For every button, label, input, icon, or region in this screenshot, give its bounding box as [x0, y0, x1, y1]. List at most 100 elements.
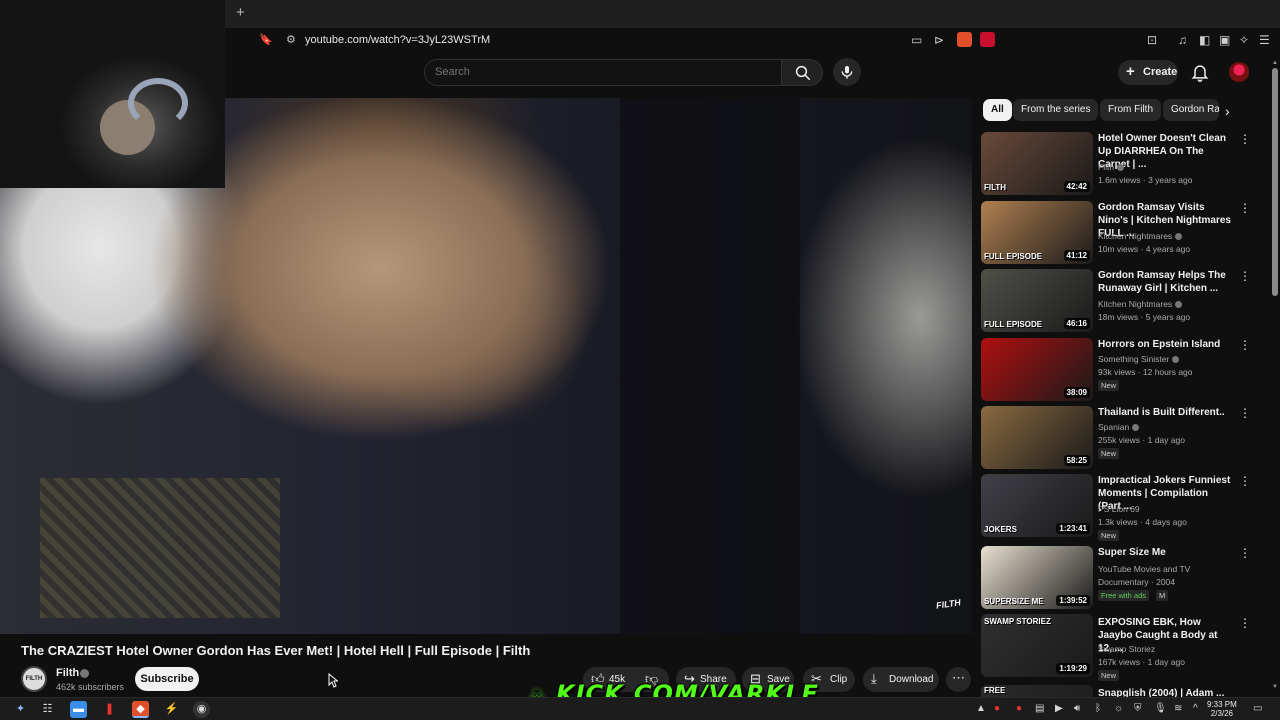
recommendation-item[interactable]: SWAMP STORIEZ 1:19:29 EXPOSING EBK, How J… — [981, 614, 1251, 681]
more-vertical-icon[interactable]: ⋮ — [1239, 406, 1251, 420]
show-desktop-icon[interactable]: ▭ — [1253, 702, 1262, 715]
forward-icon[interactable]: ⊳ — [934, 33, 944, 47]
more-vertical-icon[interactable]: ⋮ — [1239, 269, 1251, 283]
channel-avatar[interactable]: FILTH — [21, 666, 47, 692]
more-vertical-icon[interactable]: ⋮ — [1239, 474, 1251, 488]
tray-app-icon[interactable]: ● — [994, 702, 1000, 715]
tray-wifi-icon[interactable]: ≋ — [1174, 702, 1182, 715]
download-button[interactable]: ⤓ Download — [863, 667, 939, 692]
more-vertical-icon[interactable]: ⋮ — [1239, 338, 1251, 352]
chip-from-the-series[interactable]: From the series — [1013, 99, 1099, 121]
video-thumbnail[interactable]: JOKERS 1:23:41 — [981, 474, 1093, 537]
cast-icon[interactable]: ▭ — [911, 33, 922, 47]
taskbar-clock[interactable]: 9:33 PM 2/3/26 — [1207, 700, 1237, 718]
tray-clipboard-icon[interactable]: ▤ — [1035, 702, 1044, 715]
video-thumbnail[interactable]: FULL EPISODE 41:12 — [981, 201, 1093, 264]
recommendation-item[interactable]: FILTH 42:42 Hotel Owner Doesn't Clean Up … — [981, 132, 1251, 196]
tray-notification-icon[interactable]: ▲ — [976, 702, 986, 715]
tray-bluetooth-icon[interactable]: ᛒ — [1095, 702, 1101, 715]
recommendation-item[interactable]: 38:09 Horrors on Epstein Island Somethin… — [981, 338, 1251, 402]
scrollbar-thumb[interactable] — [1272, 68, 1278, 296]
recommendation-title[interactable]: Gordon Ramsay Helps The Runaway Girl | K… — [1098, 269, 1233, 295]
more-horizontal-icon: ⋯ — [952, 670, 965, 685]
search-box[interactable] — [424, 59, 782, 86]
recommendation-item[interactable]: 58:25 Thailand is Built Different.. Span… — [981, 406, 1251, 470]
tray-record-icon[interactable]: ● — [1016, 702, 1022, 715]
thumbnail-caption: FILTH — [984, 183, 1007, 192]
recommendation-item[interactable]: FREE Snapglish (2004) | Adam ... — [981, 685, 1251, 697]
wallet-icon[interactable]: ▣ — [1219, 33, 1230, 47]
chip-gordon[interactable]: Gordon Ra — [1163, 99, 1219, 121]
chip-all[interactable]: All — [983, 99, 1012, 121]
panel-icon[interactable]: ◧ — [1199, 33, 1210, 47]
subscribe-button[interactable]: Subscribe — [135, 667, 199, 691]
more-vertical-icon[interactable]: ⋮ — [1239, 546, 1251, 560]
new-tab-button[interactable]: + — [236, 5, 245, 21]
extension-icon[interactable] — [980, 32, 995, 47]
tray-chevron-up-icon[interactable]: ^ — [1193, 702, 1198, 715]
music-icon[interactable]: ♫ — [1178, 33, 1187, 47]
account-avatar[interactable] — [1229, 62, 1249, 82]
video-thumbnail[interactable]: 58:25 — [981, 406, 1093, 469]
tray-volume-icon[interactable]: 🔊︎ — [1074, 702, 1080, 715]
obs-icon[interactable]: ◉ — [193, 701, 210, 718]
recommendation-channel[interactable]: Kitchen Nightmares — [1098, 231, 1183, 241]
tray-brightness-icon[interactable]: ☼ — [1114, 702, 1123, 715]
thumbnail-caption: FULL EPISODE — [984, 252, 1043, 261]
chevron-right-icon[interactable]: › — [1225, 103, 1230, 119]
more-vertical-icon[interactable]: ⋮ — [1239, 201, 1251, 215]
scroll-up-icon[interactable]: ▲ — [1272, 60, 1278, 66]
recommendation-title[interactable]: Super Size Me — [1098, 546, 1233, 559]
recommendation-channel[interactable]: Something Sinister — [1098, 354, 1180, 364]
recommendation-item[interactable]: JOKERS 1:23:41 Impractical Jokers Funnies… — [981, 474, 1251, 541]
site-info-icon[interactable]: ⚙ — [286, 33, 296, 47]
recommendation-channel[interactable]: Spanian — [1098, 422, 1140, 432]
recommendation-item[interactable]: FULL EPISODE 46:16 Gordon Ramsay Helps Th… — [981, 269, 1251, 333]
brave-browser-icon[interactable]: ◆ — [132, 701, 149, 718]
recommendation-channel[interactable]: Swamp Storiez — [1098, 644, 1155, 654]
more-actions-button[interactable]: ⋯ — [946, 667, 971, 692]
search-button[interactable] — [781, 59, 823, 86]
tray-play-icon[interactable]: ▶ — [1055, 702, 1063, 715]
tray-mic-icon[interactable]: 🎙︎ — [1154, 702, 1167, 715]
more-vertical-icon[interactable]: ⋮ — [1239, 616, 1251, 630]
leo-icon[interactable]: ✧ — [1239, 33, 1249, 47]
video-thumbnail[interactable]: SUPERSIZE ME 1:39:52 — [981, 546, 1093, 609]
video-thumbnail[interactable]: FULL EPISODE 46:16 — [981, 269, 1093, 332]
url-field[interactable]: youtube.com/watch?v=3JyL23WSTrM — [305, 34, 490, 46]
search-input[interactable] — [435, 66, 755, 78]
scroll-down-icon[interactable]: ▼ — [1272, 684, 1278, 690]
video-thumbnail[interactable]: FILTH 42:42 — [981, 132, 1093, 195]
recommendation-title[interactable]: Snapglish (2004) | Adam ... — [1098, 687, 1233, 697]
recommendation-item[interactable]: SUPERSIZE ME 1:39:52 Super Size Me YouTub… — [981, 546, 1251, 610]
recommendation-channel[interactable]: Filth — [1098, 162, 1125, 172]
app-icon-red[interactable]: ❚ — [101, 701, 118, 718]
file-explorer-icon[interactable]: ▬ — [70, 701, 87, 718]
recommendation-meta: 1.3k views · 4 days ago — [1098, 517, 1187, 527]
notifications-bell-icon[interactable] — [1190, 62, 1210, 82]
brave-shield-icon[interactable] — [957, 32, 972, 47]
chip-from-filth[interactable]: From Filth — [1100, 99, 1161, 121]
video-thumbnail[interactable]: 38:09 — [981, 338, 1093, 401]
bookmark-icon[interactable]: 🔖 — [259, 33, 273, 47]
recommendation-item[interactable]: FULL EPISODE 41:12 Gordon Ramsay Visits N… — [981, 201, 1251, 265]
verified-badge-icon — [1132, 424, 1140, 431]
recommendation-title[interactable]: Horrors on Epstein Island — [1098, 338, 1233, 351]
task-view-icon[interactable]: ☷ — [39, 701, 56, 718]
start-icon[interactable]: ✦ — [12, 701, 29, 718]
tray-shield-icon[interactable]: ⛨ — [1134, 702, 1142, 715]
create-button[interactable]: + Create — [1118, 60, 1178, 85]
recommendation-channel[interactable]: PS Lion 69 — [1098, 504, 1140, 514]
app-icon-bolt[interactable]: ⚡ — [163, 701, 180, 718]
more-vertical-icon[interactable]: ⋮ — [1239, 132, 1251, 146]
voice-search-button[interactable] — [833, 58, 861, 86]
recommendation-channel[interactable]: Kitchen Nightmares — [1098, 299, 1183, 309]
recommendation-title[interactable]: Thailand is Built Different.. — [1098, 406, 1233, 419]
sidebar-icon[interactable]: ⊡ — [1147, 33, 1157, 47]
channel-name[interactable]: Filth — [56, 667, 79, 679]
browser-menu-icon[interactable]: ☰ — [1259, 33, 1270, 47]
video-frame-shadow — [620, 98, 800, 634]
recommendation-channel[interactable]: YouTube Movies and TV — [1098, 564, 1190, 574]
video-thumbnail[interactable]: SWAMP STORIEZ 1:19:29 — [981, 614, 1093, 677]
video-thumbnail[interactable]: FREE — [981, 685, 1093, 697]
